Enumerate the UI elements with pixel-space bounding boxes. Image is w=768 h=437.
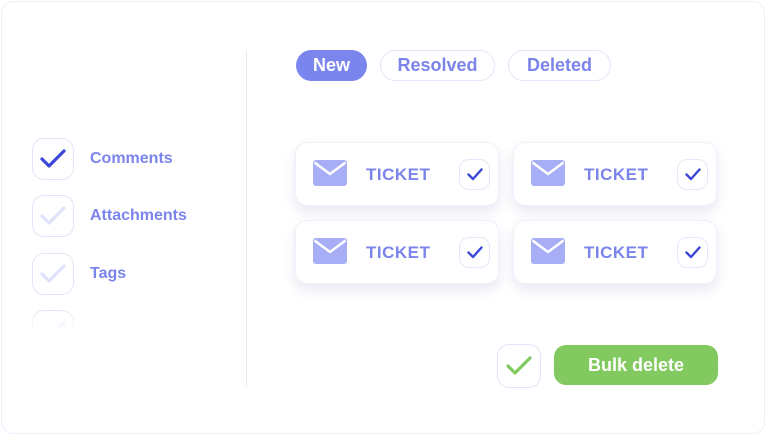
tab-deleted[interactable]: Deleted: [508, 50, 611, 81]
ticket-card[interactable]: TICKET: [513, 220, 717, 284]
bulk-delete-button[interactable]: Bulk delete: [554, 345, 718, 385]
check-icon: [40, 321, 66, 340]
column-divider: [246, 50, 247, 386]
ticket-card[interactable]: TICKET: [513, 142, 717, 206]
bulk-select-checkbox[interactable]: [497, 344, 541, 388]
option-label: Tags: [90, 265, 127, 282]
check-icon: [506, 356, 532, 375]
mail-icon: [531, 160, 565, 186]
tab-resolved[interactable]: Resolved: [380, 50, 495, 81]
ticket-label: TICKET: [584, 165, 649, 184]
check-icon: [684, 246, 701, 259]
more-checkbox[interactable]: [32, 310, 74, 340]
option-comments[interactable]: Comments: [32, 138, 173, 180]
tab-new[interactable]: New: [296, 50, 367, 81]
mail-icon: [531, 238, 565, 264]
option-label: Attachments: [90, 207, 187, 224]
option-label: Comments: [90, 150, 173, 167]
ticket-card[interactable]: TICKET: [295, 220, 499, 284]
ticket-label: TICKET: [584, 243, 649, 262]
check-icon: [466, 168, 483, 181]
check-icon: [40, 149, 66, 168]
option-more[interactable]: [32, 310, 90, 340]
attachments-checkbox[interactable]: [32, 195, 74, 237]
option-tags[interactable]: Tags: [32, 253, 126, 295]
ticket-label: TICKET: [366, 243, 431, 262]
option-attachments[interactable]: Attachments: [32, 195, 187, 237]
check-icon: [684, 168, 701, 181]
mail-icon: [313, 160, 347, 186]
ticket-label: TICKET: [366, 165, 431, 184]
ticket-checkbox[interactable]: [677, 159, 708, 190]
ticket-checkbox[interactable]: [459, 237, 490, 268]
check-icon: [466, 246, 483, 259]
mail-icon: [313, 238, 347, 264]
check-icon: [40, 264, 66, 283]
ticket-checkbox[interactable]: [677, 237, 708, 268]
ticket-checkbox[interactable]: [459, 159, 490, 190]
check-icon: [40, 206, 66, 225]
ticket-card[interactable]: TICKET: [295, 142, 499, 206]
tags-checkbox[interactable]: [32, 253, 74, 295]
comments-checkbox[interactable]: [32, 138, 74, 180]
